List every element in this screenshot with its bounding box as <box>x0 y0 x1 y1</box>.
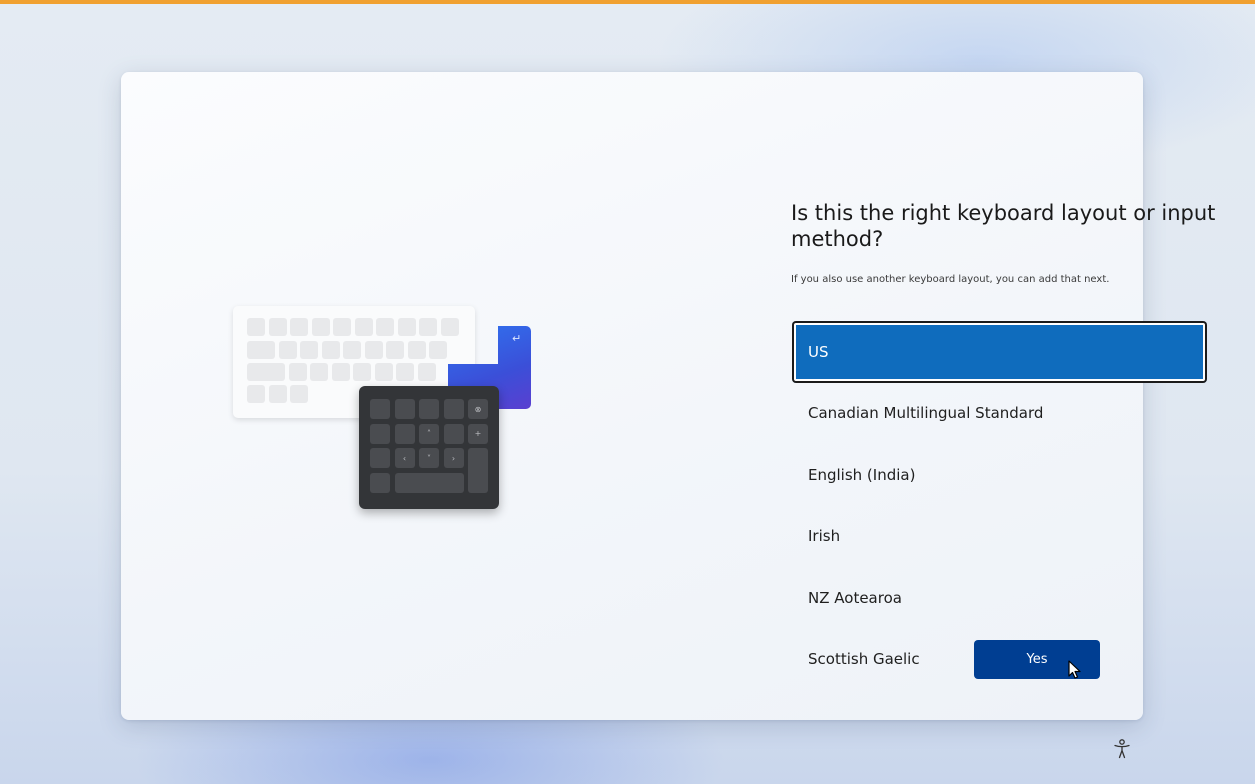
keyboard-key-graphic <box>331 363 350 381</box>
numpad-key-graphic: ‹ <box>394 448 415 468</box>
keyboard-key-graphic <box>268 318 287 336</box>
keyboard-key-graphic <box>247 385 265 403</box>
numpad-key-graphic: + <box>468 423 488 444</box>
numpad-key-graphic <box>370 399 390 419</box>
mouse-pointer-icon <box>1068 660 1081 679</box>
accessibility-icon[interactable] <box>1113 739 1131 759</box>
keyboard-key-graphic <box>354 318 373 336</box>
keyboard-key-graphic <box>300 341 318 359</box>
keyboard-key-graphic <box>247 363 285 381</box>
page-subtitle: If you also use another keyboard layout,… <box>791 274 1110 285</box>
keyboard-key-graphic <box>333 318 351 336</box>
layout-option-nz-aotearoa[interactable]: NZ Aotearoa <box>792 567 1207 629</box>
numpad-key-graphic <box>394 399 415 419</box>
keyboard-key-graphic <box>247 341 275 359</box>
keyboard-key-graphic <box>310 363 328 381</box>
keyboard-key-graphic <box>417 363 436 381</box>
layout-option-label: NZ Aotearoa <box>808 588 902 607</box>
keyboard-key-graphic <box>376 318 394 336</box>
keyboard-key-graphic <box>407 341 426 359</box>
numpad-key-graphic <box>370 472 390 493</box>
keyboard-illustration-icon: ↵ ⊗ ˄ + ‹ ˅ › <box>233 304 533 514</box>
keyboard-key-graphic <box>364 341 383 359</box>
layout-option-english-india[interactable]: English (India) <box>792 444 1207 506</box>
keyboard-key-graphic <box>290 318 308 336</box>
setup-card: ↵ ⊗ ˄ + ‹ ˅ › Is this the right keyboard layo… <box>121 72 1215 720</box>
keyboard-key-graphic <box>278 341 297 359</box>
layout-option-label: US <box>808 342 829 361</box>
numpad-key-graphic: ˄ <box>419 423 439 444</box>
page-title: Is this the right keyboard layout or inp… <box>791 201 1216 251</box>
layout-option-canadian-multilingual[interactable]: Canadian Multilingual Standard <box>792 383 1207 445</box>
layout-option-irish[interactable]: Irish <box>792 506 1207 568</box>
numpad-key-graphic: › <box>443 448 464 468</box>
numpad-key-graphic <box>443 423 464 444</box>
keyboard-key-graphic <box>386 341 404 359</box>
keyboard-key-graphic <box>396 363 414 381</box>
numpad-key-graphic <box>370 423 390 444</box>
keyboard-key-graphic <box>343 341 361 359</box>
enter-arrow-icon: ↵ <box>512 332 522 345</box>
numpad-key-graphic <box>394 423 415 444</box>
numpad-key-graphic <box>443 399 464 419</box>
top-accent-strip <box>0 0 1255 4</box>
numpad-key-graphic: ˅ <box>419 448 439 468</box>
keyboard-key-graphic <box>290 385 308 403</box>
keyboard-key-graphic <box>311 318 330 336</box>
layout-option-label: Scottish Gaelic <box>808 650 920 669</box>
keyboard-key-graphic <box>247 318 265 336</box>
keyboard-key-graphic <box>429 341 447 359</box>
layout-option-label: Irish <box>808 527 841 546</box>
keyboard-key-graphic <box>374 363 393 381</box>
numpad-key-graphic <box>394 472 464 493</box>
keyboard-key-graphic <box>440 318 459 336</box>
numpad-graphic: ⊗ ˄ + ‹ ˅ › <box>359 386 499 509</box>
keyboard-layout-list: US Canadian Multilingual Standard Englis… <box>792 321 1207 690</box>
keyboard-key-graphic <box>321 341 340 359</box>
keyboard-key-graphic <box>419 318 437 336</box>
layout-option-label: Canadian Multilingual Standard <box>808 404 1044 423</box>
numpad-key-graphic <box>419 399 439 419</box>
layout-option-us[interactable]: US <box>792 321 1207 383</box>
keyboard-key-graphic <box>397 318 416 336</box>
numpad-key-graphic <box>468 448 488 493</box>
layout-option-label: English (India) <box>808 465 916 484</box>
numpad-key-graphic: ⊗ <box>468 399 488 419</box>
keyboard-key-graphic <box>268 385 287 403</box>
keyboard-key-graphic <box>288 363 307 381</box>
numpad-key-graphic <box>370 448 390 468</box>
keyboard-key-graphic <box>353 363 371 381</box>
